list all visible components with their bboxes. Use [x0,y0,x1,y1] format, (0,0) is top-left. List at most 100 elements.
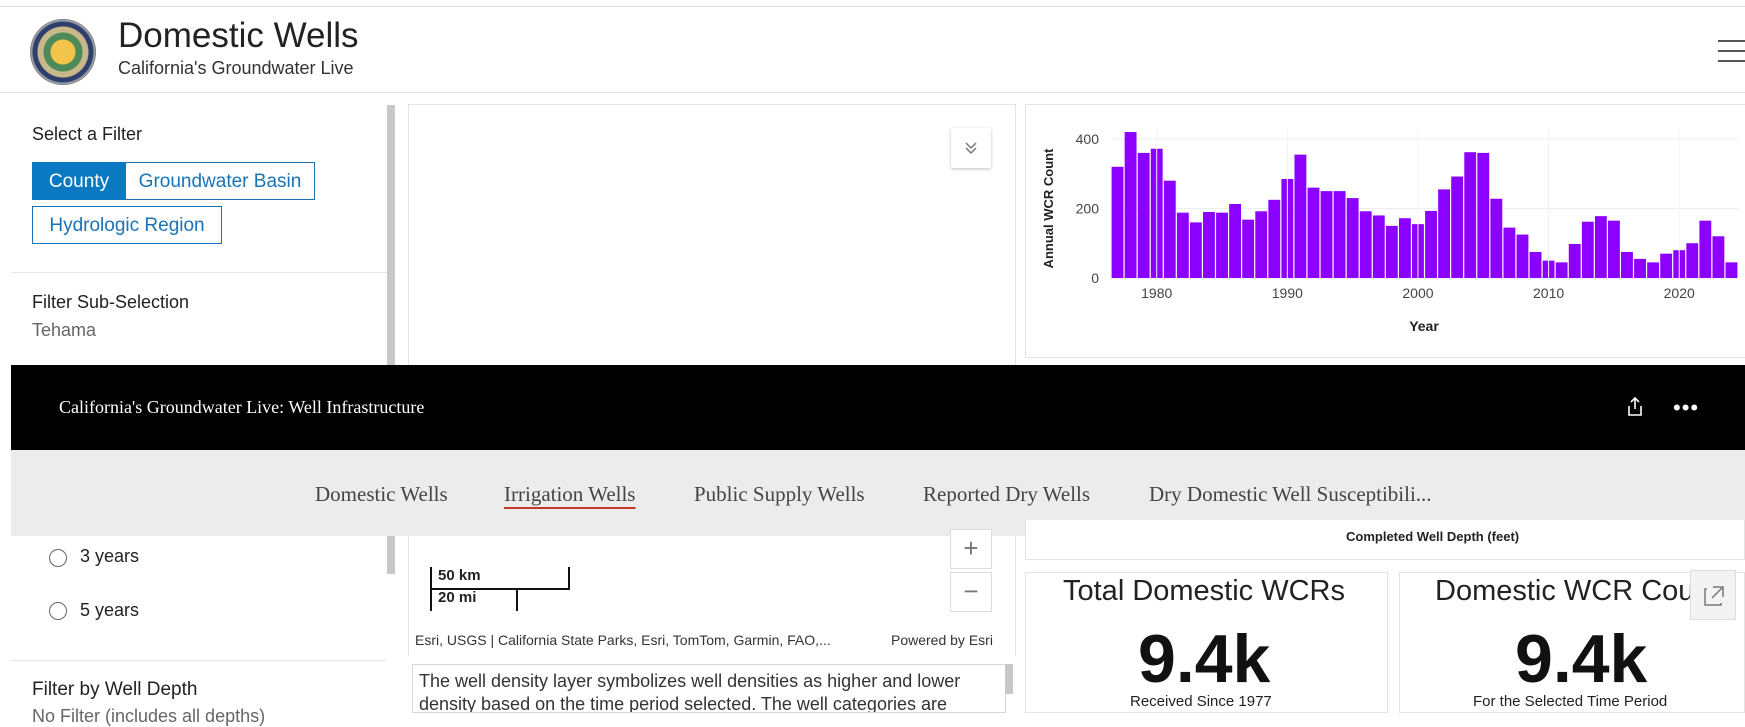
filter-panel-scrollbar-lower[interactable] [387,536,395,574]
bar-2017 [1634,258,1646,278]
bar-1983 [1189,222,1202,278]
filter-panel-scrollbar[interactable] [387,105,395,365]
open-external-icon[interactable] [1690,570,1736,620]
bar-1996 [1359,211,1372,278]
card-period-title: Domestic WCR Cou [1435,575,1690,607]
x-tick-label: 2000 [1402,285,1433,301]
description-scrollbar[interactable] [1005,664,1013,694]
bar-2014 [1594,216,1607,278]
page-title: Domestic Wells [118,16,359,55]
bar-2021 [1686,243,1699,278]
card-period-subtitle: For the Selected Time Period [1473,693,1668,710]
bar-1981 [1163,180,1176,278]
collapse-chevrons-icon[interactable] [951,128,991,168]
bar-1991 [1294,154,1307,278]
map-attribution[interactable]: Esri, USGS | California State Parks, Esr… [415,632,831,648]
y-tick-label: 400 [1076,131,1100,147]
zoom-out-button[interactable]: − [950,572,992,612]
bar-2003 [1451,176,1464,278]
depth-filter-label: Filter by Well Depth [32,679,198,700]
bar-1988 [1255,211,1268,278]
radio-3-years-label: 3 years [80,546,140,566]
card-period-value: 9.4k [1515,621,1648,697]
radio-3-years[interactable] [49,549,67,567]
card-total-subtitle: Received Since 1977 [1130,693,1272,710]
y-tick-label: 200 [1076,201,1100,217]
y-axis-title: Annual WCR Count [1041,148,1056,269]
bar-2009 [1529,251,1542,278]
filter-groundwater-basin-button[interactable]: Groundwater Basin [125,162,315,200]
well-density-description: The well density layer symbolizes well d… [412,664,1006,713]
bar-2019 [1660,253,1673,278]
tab-dry-domestic-well-susceptibility[interactable]: Dry Domestic Well Susceptibili... [1149,482,1432,507]
x-tick-label: 1980 [1141,285,1172,301]
filter-subselection-label: Filter Sub-Selection [32,292,190,312]
bar-2008 [1516,234,1529,278]
bar-2023 [1712,236,1725,278]
powered-by-esri[interactable]: Powered by Esri [891,632,993,648]
radio-5-years[interactable] [49,602,67,620]
annual-wcr-bar-chart: 0 200 400 1980 1990 2000 2010 2020 Year Annual WC… [1041,129,1738,334]
filter-hydrologic-region-button[interactable]: Hydrologic Region [32,206,222,244]
bar-2011 [1555,262,1568,278]
card-total-value: 9.4k [1138,621,1271,697]
x-tick-label: 2020 [1664,285,1695,301]
hamburger-menu-icon[interactable] [1718,40,1745,64]
x-tick-label: 1990 [1272,285,1303,301]
bar-1995 [1346,198,1359,278]
more-options-icon[interactable]: ••• [1673,395,1699,421]
card-total-title: Total Domestic WCRs [1063,575,1345,607]
bar-2012 [1568,243,1581,278]
y-tick-label: 0 [1091,270,1099,286]
bar-2018 [1647,262,1660,278]
bar-1979 [1137,152,1150,278]
page-subtitle: California's Groundwater Live [118,58,354,78]
bar-1977 [1111,166,1124,278]
bar-1978 [1124,132,1137,278]
bar-2016 [1621,251,1633,278]
tab-public-supply-wells[interactable]: Public Supply Wells [694,482,865,507]
bar-1994 [1333,191,1346,278]
radio-5-years-label: 5 years [80,600,140,620]
bar-2006 [1490,198,1503,278]
tab-irrigation-wells[interactable]: Irrigation Wells [504,482,635,507]
bar-2004 [1464,152,1477,278]
bar-2001 [1425,210,1437,278]
bar-1998 [1385,225,1398,278]
bar-1987 [1242,219,1255,278]
bar-2015 [1607,220,1620,278]
bar-1997 [1372,215,1385,278]
bar-2024 [1725,262,1738,278]
depth-filter-value[interactable]: No Filter (includes all depths) [32,706,265,727]
dwr-seal-logo [30,19,96,85]
bar-2022 [1699,220,1712,278]
bar-1982 [1176,212,1189,278]
bar-1989 [1268,199,1281,278]
x-tick-label: 2010 [1533,285,1564,301]
bar-2013 [1581,221,1594,278]
scale-mi-label: 20 mi [438,589,477,606]
select-filter-label: Select a Filter [32,124,143,144]
zoom-in-button[interactable]: + [950,529,992,569]
bar-1986 [1229,203,1242,278]
x-axis-title: Year [1409,318,1439,334]
depth-chart-axis-title: Completed Well Depth (feet) [1346,529,1520,544]
app-bar-title: California's Groundwater Live: Well Infr… [59,397,425,417]
bar-1992 [1307,187,1320,278]
filter-county-button[interactable]: County [32,162,126,200]
map-panel[interactable] [408,104,1016,368]
wcr-count-chart-panel: 0 200 400 1980 1990 2000 2010 2020 Year Annual WC… [1025,104,1745,358]
bar-2005 [1477,152,1490,278]
filter-subselection-value[interactable]: Tehama [32,320,96,341]
bar-2007 [1503,227,1516,278]
filter-divider [12,272,387,273]
bar-2002 [1438,189,1451,278]
bar-1999 [1398,218,1411,278]
scale-km-label: 50 km [438,567,481,584]
tab-domestic-wells[interactable]: Domestic Wells [315,482,448,507]
tab-reported-dry-wells[interactable]: Reported Dry Wells [923,482,1090,507]
bar-1985 [1216,212,1228,278]
depth-filter-divider [12,660,387,661]
bar-1993 [1320,191,1333,278]
share-icon[interactable] [1625,396,1645,418]
